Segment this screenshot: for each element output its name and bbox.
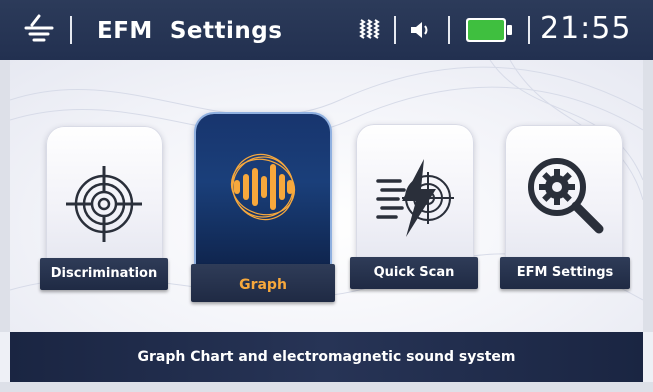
menu-item-quick-scan[interactable] — [356, 124, 474, 276]
header-divider — [528, 16, 530, 44]
left-frame — [0, 60, 10, 332]
header-divider — [70, 16, 72, 44]
signal-icon — [359, 19, 380, 39]
menu-item-discrimination[interactable] — [46, 126, 163, 276]
bottom-frame — [0, 382, 653, 392]
waveform-icon — [230, 153, 296, 221]
gear-magnifier-icon — [528, 158, 604, 234]
menu-item-label[interactable]: Quick Scan — [350, 257, 478, 289]
menu-item-label[interactable]: Graph — [191, 264, 335, 302]
menu-item-efm-settings[interactable] — [505, 125, 623, 277]
volume-icon[interactable] — [409, 19, 431, 41]
menu-item-label[interactable]: Discrimination — [40, 258, 168, 290]
header-divider — [394, 16, 396, 44]
top-status-bar: EFM Settings 21:55 — [0, 0, 653, 60]
page-title: EFM Settings — [97, 18, 283, 44]
header-divider — [448, 16, 450, 44]
right-frame — [643, 60, 653, 332]
menu-item-graph[interactable] — [196, 114, 330, 284]
lightning-scan-icon — [376, 159, 454, 237]
ground-icon[interactable] — [24, 14, 54, 44]
crosshair-target-icon — [66, 166, 142, 242]
description-bar: Graph Chart and electromagnetic sound sy… — [10, 332, 643, 382]
battery-icon — [466, 18, 512, 42]
menu-area: Discrimination Graph Quick Scan EFM Sett… — [10, 60, 643, 332]
menu-item-label[interactable]: EFM Settings — [500, 257, 630, 289]
clock: 21:55 — [540, 11, 632, 46]
